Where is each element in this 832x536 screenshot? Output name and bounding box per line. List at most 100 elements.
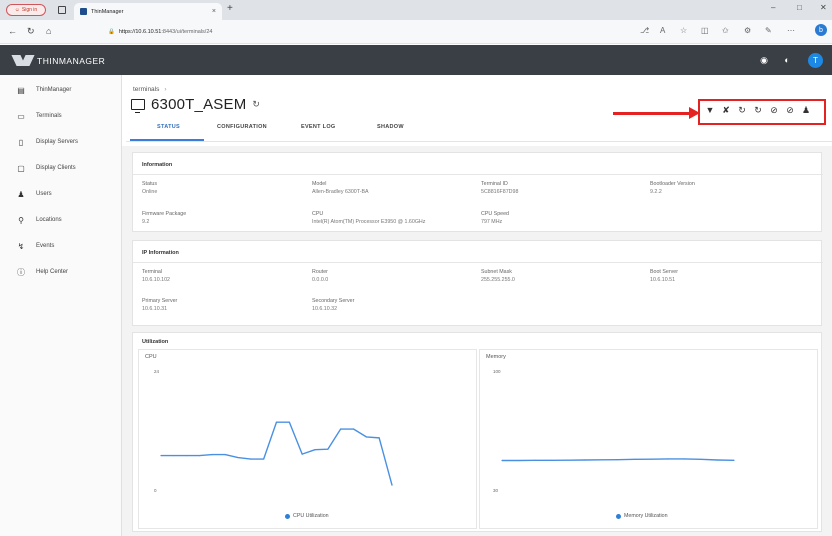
field-value: Online (142, 189, 158, 195)
maximize-icon[interactable]: □ (797, 3, 802, 12)
location-icon: ⚲ (18, 215, 24, 225)
cpu-data-point (327, 448, 329, 450)
profile-icon: ☺ (14, 7, 20, 13)
memory-data-point (534, 459, 536, 461)
read-aloud-icon[interactable]: ⎇ (640, 26, 649, 35)
cpu-data-point (365, 436, 367, 438)
sign-in-button[interactable]: ☺ Sign in (6, 4, 46, 16)
tab-status[interactable]: STATUS (157, 124, 180, 130)
tab-shadow[interactable]: SHADOW (377, 124, 404, 130)
memory-data-point (633, 458, 636, 460)
favorites-icon[interactable]: ✩ (722, 26, 729, 35)
cpu-data-point (378, 437, 380, 439)
edge-copilot-icon[interactable]: b (815, 24, 827, 36)
information-heading: Information (142, 162, 173, 168)
close-window-icon[interactable]: ✕ (820, 3, 827, 12)
status-indicator-icon[interactable]: ◉ (758, 54, 770, 66)
server-icon: ▯ (18, 137, 24, 147)
sidebar: ▤ ThinManager ▭ Terminals ▯ Display Servers… (0, 75, 122, 536)
close-tab-icon[interactable]: × (212, 8, 216, 15)
sidebar-item-label: Users (36, 191, 52, 197)
cpu-data-point (288, 421, 290, 423)
sidebar-item-terminals[interactable]: ▭ Terminals (0, 106, 122, 126)
reload-icon[interactable]: ↻ (27, 26, 35, 37)
browser-tab-bar: ☺ Sign in ThinManager × + – □ ✕ (0, 0, 832, 20)
memory-data-point (683, 458, 685, 460)
url-field[interactable]: 🔒 https://10.6.10.51:8443/ui/terminals/2… (108, 25, 212, 39)
utilization-card: Utilization CPU 24 0 CPU Utilization Mem… (132, 332, 822, 532)
restart-icon[interactable]: ↻ (737, 105, 747, 116)
field-value: Intel(R) Atom(TM) Processor E3950 @ 1.60… (312, 219, 426, 225)
field-value: 5C8816F87D98 (481, 189, 519, 195)
field-label: Status (142, 181, 158, 187)
refresh-icon[interactable]: ↻ (252, 99, 260, 110)
field-value: 10.6.10.31 (142, 306, 168, 312)
sidebar-item-locations[interactable]: ⚲ Locations (0, 210, 122, 230)
memory-data-point (501, 459, 503, 462)
avatar[interactable]: T (808, 53, 823, 68)
field-label: Terminal (142, 269, 163, 275)
user-icon: ♟ (17, 189, 25, 199)
field-value: 797 MHz (481, 219, 503, 225)
cpu-data-point (275, 421, 278, 423)
user-login-icon[interactable]: ♟ (801, 105, 811, 116)
disable-icon[interactable]: ⊘ (785, 105, 795, 116)
breadcrumb: terminals › (133, 86, 167, 93)
field-value: 9.2.2 (650, 189, 662, 195)
sidebar-item-help-center[interactable]: ⓘ Help Center (0, 262, 122, 282)
collections-icon[interactable]: ⚙ (744, 26, 751, 35)
split-screen-icon[interactable]: ◫ (701, 26, 709, 35)
field-value: 9.2 (142, 219, 150, 225)
lock-icon: 🔒 (108, 29, 115, 35)
unplug-icon[interactable]: ✘ (721, 105, 731, 116)
memory-data-point (650, 458, 652, 460)
back-icon[interactable]: ← (8, 26, 17, 36)
more-menu-icon[interactable]: ⋯ (787, 26, 795, 35)
tab-event-log[interactable]: EVENT LOG (301, 124, 335, 130)
power-plug-icon[interactable]: ▼ (705, 105, 715, 115)
ip-information-card: IP Information Terminal 10.6.10.102 Rout… (132, 240, 823, 326)
home-icon[interactable]: ⌂ (46, 26, 51, 36)
minimize-icon[interactable]: – (771, 3, 775, 12)
memory-legend[interactable]: Memory Utilization (616, 513, 668, 519)
reboot-icon[interactable]: ↻ (753, 105, 763, 116)
sidebar-item-events[interactable]: ↯ Events (0, 236, 122, 256)
tab-configuration[interactable]: CONFIGURATION (217, 124, 267, 130)
field-value: 255.255.255.0 (481, 277, 515, 283)
cpu-data-point (186, 454, 188, 457)
cpu-chart: CPU 24 0 CPU Utilization (138, 349, 477, 529)
memory-data-point (667, 458, 669, 460)
browser-tab[interactable]: ThinManager × (74, 3, 222, 20)
sidebar-item-display-servers[interactable]: ▯ Display Servers (0, 132, 122, 152)
block-icon[interactable]: ⊘ (769, 105, 779, 116)
url-host: https://10.6.10.51: (118, 29, 163, 35)
thinmanager-icon: ▤ (17, 85, 25, 95)
extensions-icon[interactable]: ✎ (765, 26, 772, 35)
new-tab-icon[interactable]: + (227, 3, 233, 14)
sidebar-item-display-clients[interactable]: ▢ Display Clients (0, 158, 122, 178)
avatar-letter: T (813, 56, 818, 65)
memory-data-point (517, 459, 520, 462)
terminal-icon: ▭ (17, 111, 25, 121)
memory-data-point (733, 459, 735, 461)
tab-actions-icon[interactable] (58, 6, 66, 14)
favorite-star-icon[interactable]: ☆ (680, 26, 687, 35)
field-label: Boot Server (650, 269, 678, 275)
sidebar-item-thinmanager[interactable]: ▤ ThinManager (0, 80, 122, 100)
cpu-data-point (211, 454, 213, 456)
legend-dot-icon (285, 513, 290, 519)
logo-mark-icon (14, 55, 32, 66)
breadcrumb-terminals-link[interactable]: terminals (133, 86, 159, 93)
cpu-data-point (340, 428, 342, 430)
theme-toggle-icon[interactable]: ◐ (781, 54, 793, 66)
cpu-legend[interactable]: CPU Utilization (285, 513, 329, 519)
translate-icon[interactable]: A (660, 26, 665, 35)
favicon-icon (80, 8, 87, 15)
thinmanager-logo[interactable]: THINMANAGER (14, 55, 105, 66)
sidebar-item-label: Events (36, 243, 55, 249)
information-card: Information Status Online Model Allen-Br… (132, 152, 823, 232)
field-value: Allen-Bradley 6300T-BA (312, 189, 369, 195)
sidebar-item-users[interactable]: ♟ Users (0, 184, 122, 204)
sidebar-item-label: Display Clients (36, 165, 76, 171)
cpu-plot-area (160, 421, 393, 486)
